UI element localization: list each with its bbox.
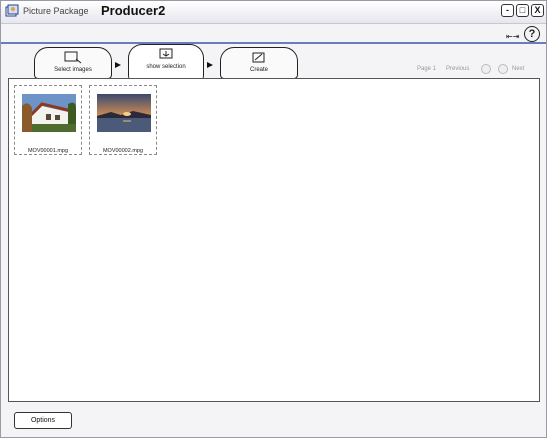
page-indicator: Page 1 [417,66,437,72]
app-window: Picture Package Producer2 - □ X ⇤⇥ ? Sel… [0,0,547,438]
minimize-button[interactable]: - [501,4,514,17]
title-prefix: Picture Package [23,6,89,16]
bottom-bar: Options [1,404,546,437]
next-link[interactable]: Next [512,66,524,72]
step-arrow-icon [207,62,213,68]
thumbnail-item[interactable]: MOV00001.mpg [14,85,82,155]
select-images-icon [64,51,82,64]
thumbnail-filename: MOV00001.mpg [27,148,69,154]
tab-create[interactable]: Create [220,47,298,79]
thumbnail-item[interactable]: MOV00002.mpg [89,85,157,155]
previous-arrow-icon[interactable] [481,64,491,74]
options-button[interactable]: Options [14,412,72,429]
title-bar: Picture Package Producer2 - □ X [1,1,546,24]
thumbnail-area: MOV00001.mpg MOV00002.mpg [8,78,540,402]
next-arrow-icon[interactable] [498,64,508,74]
tab-label: Create [249,67,268,73]
tab-select-images[interactable]: Select images [34,47,112,79]
show-selection-icon [159,48,173,59]
tab-show-selection[interactable]: show selection [128,44,204,80]
maximize-button[interactable]: □ [516,4,529,17]
close-button[interactable]: X [531,4,544,17]
step-arrow-icon [115,62,121,68]
app-icon [5,4,19,17]
house-photo [22,94,76,132]
sunset-photo [97,94,151,132]
tab-label: Select images [54,67,92,73]
create-icon [252,52,265,63]
previous-link[interactable]: Previous [446,66,469,72]
thumbnail-filename: MOV00002.mpg [102,148,144,154]
tab-label: show selection [146,64,186,70]
window-title: Producer2 [101,3,166,18]
step-tabs: Select images show selection Create [1,39,546,81]
